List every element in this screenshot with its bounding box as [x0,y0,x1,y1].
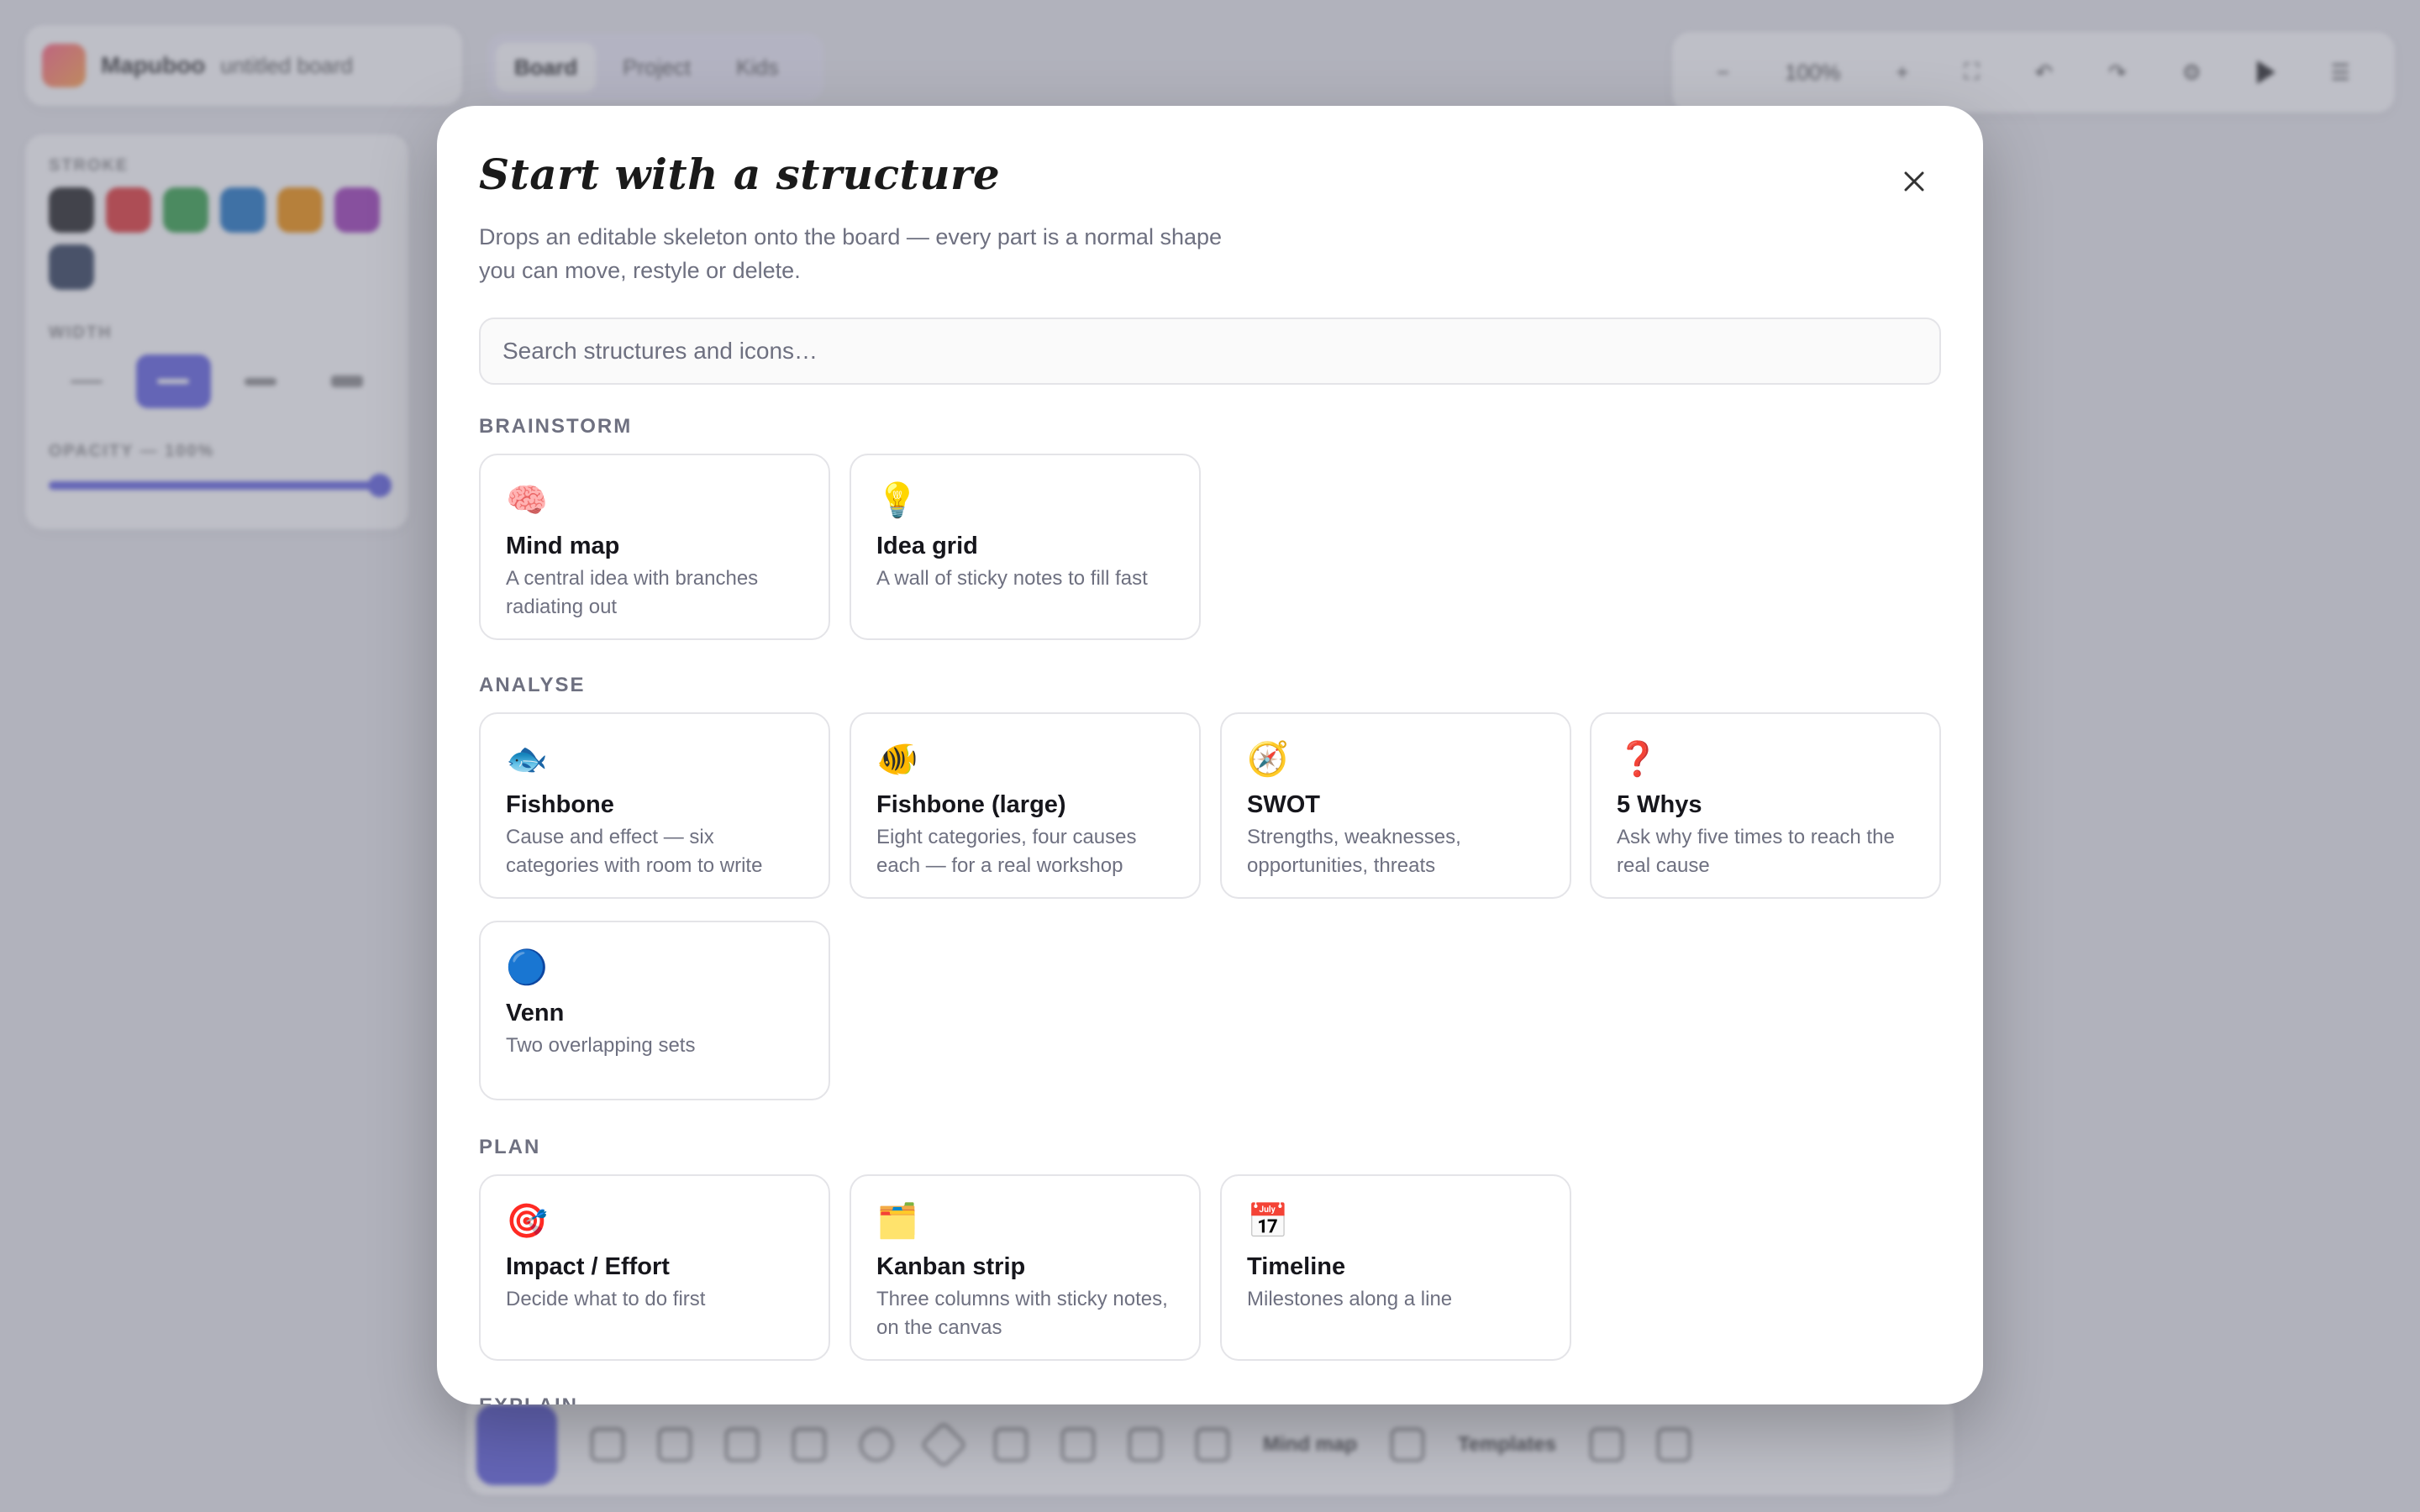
section-label-analyse: ANALYSE [479,674,586,696]
section-label-explain: EXPLAIN [479,1394,578,1404]
structure-card-fishbone-large[interactable]: 🐠 Fishbone (large) Eight categories, fou… [850,712,1201,899]
structure-card-timeline[interactable]: 📅 Timeline Milestones along a line [1220,1174,1571,1361]
card-title: Venn [506,1000,565,1026]
target-icon: 🎯 [506,1203,548,1240]
blue-circle-icon: 🔵 [506,949,548,986]
card-title: Fishbone [506,791,614,818]
card-description: Cause and effect — six categories with r… [506,826,763,877]
card-description: A wall of sticky notes to fill fast [876,567,1148,590]
fish-icon: 🐟 [506,741,548,778]
card-title: Mind map [506,533,620,559]
card-index-icon: 🗂️ [876,1203,918,1240]
card-title: 5 Whys [1617,791,1702,818]
structure-modal: Start with a structure Drops an editable… [437,106,1983,1404]
card-title: SWOT [1247,791,1320,818]
modal-subtitle: Drops an editable skeleton onto the boar… [479,224,1223,283]
card-description: Two overlapping sets [506,1034,696,1057]
structure-card-5-whys[interactable]: ❓ 5 Whys Ask why five times to reach the… [1590,712,1941,899]
section-label-plan: PLAN [479,1136,541,1158]
structure-card-impact-effort[interactable]: 🎯 Impact / Effort Decide what to do firs… [479,1174,830,1361]
section-label-brainstorm: BRAINSTORM [479,415,633,438]
structure-card-fishbone[interactable]: 🐟 Fishbone Cause and effect — six catego… [479,712,830,899]
structure-card-venn[interactable]: 🔵 Venn Two overlapping sets [479,921,830,1100]
card-title: Fishbone (large) [876,791,1066,818]
tropical-fish-icon: 🐠 [876,741,918,778]
close-button[interactable] [1887,155,1941,208]
card-description: Milestones along a line [1247,1288,1453,1310]
structure-card-mind-map[interactable]: 🧠 Mind map A central idea with branches … [479,454,830,640]
card-description: Strengths, weaknesses, opportunities, th… [1247,826,1461,877]
card-title: Timeline [1247,1253,1346,1280]
calendar-icon: 📅 [1247,1203,1289,1240]
question-mark-icon: ❓ [1617,741,1659,778]
card-title: Kanban strip [876,1253,1026,1280]
card-title: Impact / Effort [506,1253,670,1280]
compass-icon: 🧭 [1247,741,1289,778]
lightbulb-icon: 💡 [876,482,918,519]
close-icon [1904,171,1924,192]
card-description: Three columns with sticky notes, on the … [876,1288,1168,1339]
search-input[interactable] [479,318,1941,385]
card-description: Decide what to do first [506,1288,706,1310]
structure-card-kanban-strip[interactable]: 🗂️ Kanban strip Three columns with stick… [850,1174,1201,1361]
structure-card-idea-grid[interactable]: 💡 Idea grid A wall of sticky notes to fi… [850,454,1201,640]
brain-icon: 🧠 [506,482,548,519]
card-description: Ask why five times to reach the real cau… [1617,826,1895,877]
modal-title: Start with a structure [479,150,1001,199]
card-description: Eight categories, four causes each — for… [876,826,1137,877]
card-title: Idea grid [876,533,978,559]
structure-card-swot[interactable]: 🧭 SWOT Strengths, weaknesses, opportunit… [1220,712,1571,899]
card-description: A central idea with branches radiating o… [506,567,759,618]
